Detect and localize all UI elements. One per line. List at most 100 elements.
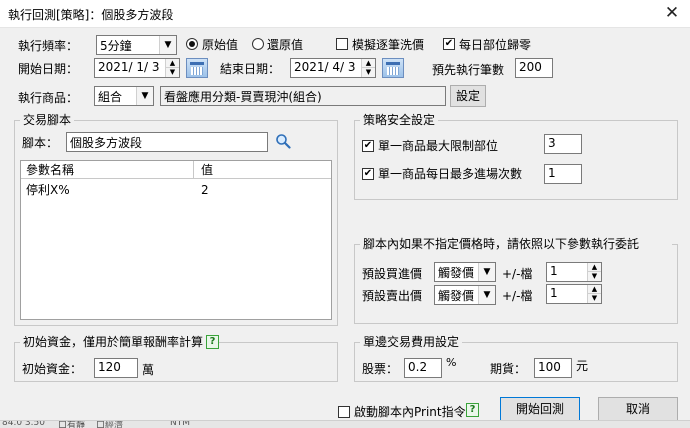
product-settings-button[interactable]: 設定	[450, 85, 486, 107]
product-select[interactable]: 組合 ▼	[94, 86, 154, 106]
simulate-checkbox[interactable]	[336, 38, 348, 50]
fee-group-title: 單邊交易費用設定	[360, 335, 463, 349]
end-date-spin[interactable]: ▲ ▼	[361, 59, 375, 77]
stock-fee-value: 0.2	[408, 360, 428, 374]
chevron-down-icon: ▼	[478, 263, 495, 281]
max-entry-label: 單一商品每日最多進場次數	[378, 167, 523, 181]
max-entry-value: 1	[548, 166, 556, 180]
end-date-field[interactable]: 2021/ 4/ 3 ▲ ▼	[290, 58, 376, 78]
futures-fee-field[interactable]: 100	[534, 358, 572, 378]
product-desc-field: 看盤應用分類-買賣現沖(組合)	[160, 86, 446, 106]
start-date-value: 2021/ 1/ 3	[98, 60, 160, 74]
chevron-down-icon: ▼	[159, 36, 176, 54]
script-group-title: 交易腳本	[20, 113, 75, 127]
strip-text: 口有靜	[58, 421, 86, 428]
print-label: 啟動腳本內Print指令	[354, 405, 466, 419]
buy-tick-label: +/-檔	[502, 267, 533, 281]
script-field[interactable]: 個股多方波段	[66, 132, 268, 152]
background-window-strip: 84.0 3.50 口有靜 口經濟 NTM	[0, 420, 690, 428]
radio-restored[interactable]	[252, 38, 264, 50]
freq-value: 5分鐘	[100, 39, 132, 53]
script-value: 個股多方波段	[70, 136, 143, 150]
stock-fee-label: 股票：	[362, 362, 399, 376]
end-date-value: 2021/ 4/ 3	[294, 60, 356, 74]
safety-group	[354, 120, 678, 200]
price-group-title: 腳本內如果不指定價格時，請依照以下參數執行委託	[360, 237, 672, 251]
help-icon[interactable]: ?	[466, 403, 479, 417]
calendar-icon[interactable]	[382, 58, 404, 78]
strip-text: 84.0 3.50	[2, 420, 45, 428]
sell-price-select[interactable]: 觸發價 ▼	[434, 285, 496, 305]
search-icon[interactable]	[275, 133, 291, 149]
run-backtest-button[interactable]: 開始回測	[500, 397, 580, 421]
column-divider	[193, 161, 194, 179]
start-date-label: 開始日期：	[18, 62, 79, 76]
max-pos-label: 單一商品最大限制部位	[378, 139, 499, 153]
cancel-button[interactable]: 取消	[598, 397, 678, 421]
table-row[interactable]: 停利X% 2	[21, 181, 331, 199]
strip-text: NTM	[170, 420, 190, 428]
end-date-label: 結束日期：	[220, 62, 281, 76]
strip-text: 口經濟	[96, 421, 124, 428]
start-date-spin[interactable]: ▲ ▼	[165, 59, 179, 77]
product-desc: 看盤應用分類-買賣現沖(組合)	[164, 90, 322, 104]
chevron-down-icon: ▼	[136, 87, 153, 105]
param-col-name: 參數名稱	[26, 163, 75, 177]
buy-price-type: 觸發價	[438, 266, 475, 280]
sell-price-type: 觸發價	[438, 289, 475, 303]
sell-tick-label: +/-檔	[502, 289, 533, 303]
futures-fee-unit: 元	[576, 359, 589, 373]
prerun-field[interactable]: 200	[515, 58, 553, 78]
help-icon[interactable]: ?	[206, 335, 219, 349]
capital-label: 初始資金：	[22, 362, 83, 376]
start-date-field[interactable]: 2021/ 1/ 3 ▲ ▼	[94, 58, 180, 78]
max-pos-checkbox[interactable]: ✔	[362, 140, 374, 152]
max-entry-checkbox[interactable]: ✔	[362, 168, 374, 180]
param-col-value: 值	[201, 163, 214, 177]
capital-group-title: 初始資金，僅用於簡單報酬率計算	[20, 335, 207, 349]
script-label: 腳本：	[22, 136, 59, 150]
freq-select[interactable]: 5分鐘 ▼	[96, 35, 177, 55]
product-value: 組合	[98, 90, 123, 104]
buy-price-label: 預設買進價	[362, 267, 423, 281]
max-pos-field[interactable]: 3	[544, 134, 582, 154]
sell-tick-value: 1	[550, 286, 558, 300]
sell-price-label: 預設賣出價	[362, 289, 423, 303]
buy-price-select[interactable]: 觸發價 ▼	[434, 262, 496, 282]
param-value[interactable]: 2	[201, 181, 209, 199]
title-bar: 執行回測[策略]：個股多方波段 ✕	[0, 0, 690, 28]
max-entry-field[interactable]: 1	[544, 164, 582, 184]
price-group	[354, 244, 678, 324]
futures-fee-label: 期貨：	[490, 362, 527, 376]
prerun-value: 200	[519, 60, 542, 74]
buy-tick-spin[interactable]: ▲ ▼	[587, 263, 601, 281]
radio-original[interactable]	[186, 38, 198, 50]
sell-tick-spin[interactable]: ▲ ▼	[587, 285, 601, 303]
stock-fee-unit: %	[446, 356, 457, 369]
radio-original-label: 原始值	[202, 38, 239, 52]
param-name: 停利X%	[26, 183, 70, 197]
prerun-label: 預先執行筆數	[432, 63, 505, 77]
product-label: 執行商品：	[18, 91, 79, 105]
buy-tick-value: 1	[550, 264, 558, 278]
print-checkbox[interactable]	[338, 406, 350, 418]
buy-tick-field[interactable]: 1 ▲ ▼	[546, 262, 602, 282]
window-title: 執行回測[策略]：個股多方波段	[8, 8, 174, 22]
param-grid-header: 參數名稱 值	[21, 161, 331, 179]
sell-tick-field[interactable]: 1 ▲ ▼	[546, 284, 602, 304]
max-pos-value: 3	[548, 136, 556, 150]
capital-unit: 萬	[142, 363, 155, 377]
freq-label: 執行頻率：	[18, 39, 79, 53]
close-icon[interactable]: ✕	[660, 2, 684, 24]
safety-group-title: 策略安全設定	[360, 113, 439, 127]
chevron-down-icon: ▼	[478, 286, 495, 304]
calendar-icon[interactable]	[186, 58, 208, 78]
simulate-label: 模擬逐筆洗價	[352, 38, 425, 52]
param-grid[interactable]: 參數名稱 值 停利X% 2	[20, 160, 332, 320]
reset-label: 每日部位歸零	[459, 38, 532, 52]
capital-value: 120	[98, 360, 121, 374]
stock-fee-field[interactable]: 0.2	[404, 358, 442, 378]
futures-fee-value: 100	[538, 360, 561, 374]
reset-checkbox[interactable]: ✔	[443, 38, 455, 50]
capital-field[interactable]: 120	[94, 358, 138, 378]
